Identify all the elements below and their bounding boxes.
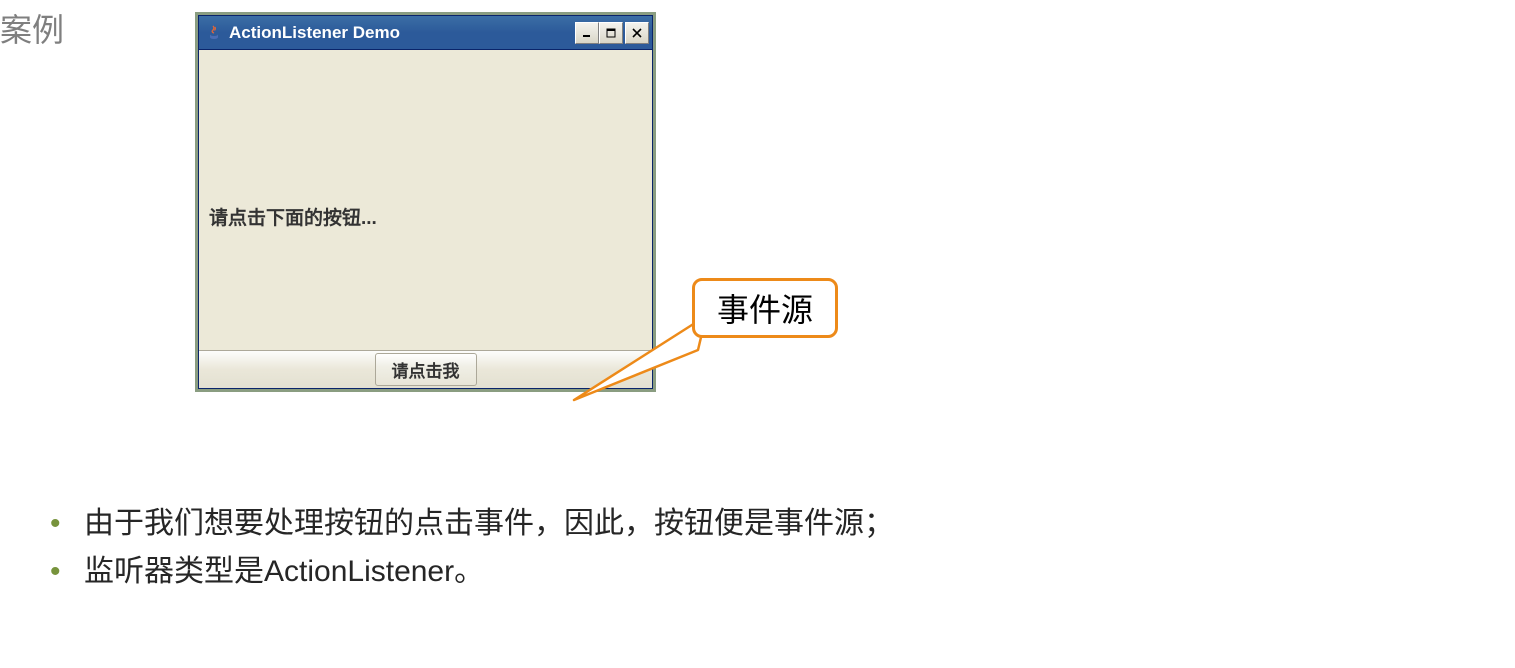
screenshot-border: ActionListener Demo 请点击下面的按钮... 请点击我: [195, 12, 656, 392]
window-title: ActionListener Demo: [229, 23, 400, 43]
button-bar: 请点击我: [199, 350, 652, 388]
bullet-list: 由于我们想要处理按钮的点击事件，因此，按钮便是事件源； 监听器类型是Action…: [50, 500, 894, 596]
java-coffee-icon: [205, 24, 223, 42]
titlebar-left-group: ActionListener Demo: [205, 23, 400, 43]
section-heading: 案例: [0, 5, 64, 51]
event-source-callout: 事件源: [692, 278, 838, 338]
minimize-button[interactable]: [575, 22, 599, 44]
window-controls-group: [575, 22, 649, 44]
instruction-label: 请点击下面的按钮...: [209, 203, 377, 230]
bullet-item: 监听器类型是ActionListener。: [50, 548, 894, 596]
window-client-area: 请点击下面的按钮... 请点击我: [199, 50, 652, 388]
java-window: ActionListener Demo 请点击下面的按钮... 请点击我: [198, 15, 653, 389]
window-titlebar: ActionListener Demo: [199, 16, 652, 50]
bullet-item: 由于我们想要处理按钮的点击事件，因此，按钮便是事件源；: [50, 500, 894, 548]
maximize-button[interactable]: [599, 22, 623, 44]
close-button[interactable]: [625, 22, 649, 44]
click-me-button[interactable]: 请点击我: [375, 353, 477, 386]
